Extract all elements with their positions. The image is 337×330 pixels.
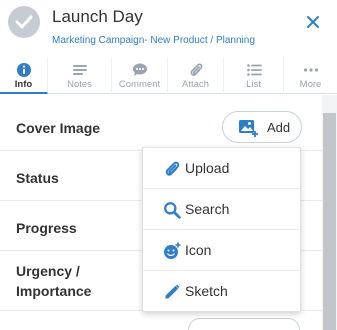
task-title[interactable]: Launch Day: [52, 7, 143, 27]
scrollbar[interactable]: [322, 95, 337, 330]
status-label: Status: [16, 170, 59, 186]
menu-item-label: Sketch: [185, 283, 228, 299]
importance-label: Importance: [16, 283, 92, 299]
tab-label: Notes: [67, 79, 92, 90]
progress-label: Progress: [16, 220, 77, 236]
close-icon[interactable]: [305, 14, 321, 30]
more-icon: [303, 62, 319, 78]
tab-attach[interactable]: Attach: [168, 58, 224, 94]
cover-image-menu: Upload Search Icon Sketch: [142, 147, 301, 312]
menu-item-label: Icon: [185, 242, 212, 258]
tab-label: Attach: [182, 79, 209, 90]
tab-info[interactable]: Info: [0, 58, 48, 94]
paperclip-icon: [188, 62, 204, 78]
complete-check-icon[interactable]: [8, 6, 40, 38]
pencil-icon: [163, 283, 181, 301]
notes-icon: [72, 62, 88, 78]
tab-label: More: [299, 79, 322, 90]
menu-item-label: Upload: [185, 160, 230, 176]
paperclip-icon: [163, 160, 181, 178]
comment-icon: [132, 62, 148, 78]
task-header: Launch Day Marketing Campaign- New Produ…: [0, 0, 337, 58]
tab-list[interactable]: List: [224, 58, 284, 94]
tab-notes[interactable]: Notes: [48, 58, 112, 94]
add-cover-image-button[interactable]: Add: [222, 111, 302, 143]
tab-label: Info: [14, 79, 33, 90]
tab-bar: Info Notes Comment Attach List More: [0, 58, 337, 94]
tab-label: List: [246, 79, 261, 90]
tab-comment[interactable]: Comment: [112, 58, 168, 94]
menu-item-label: Search: [185, 201, 230, 217]
partial-button[interactable]: [188, 318, 300, 330]
scrollbar-thumb[interactable]: [323, 113, 336, 330]
tab-more[interactable]: More: [284, 58, 337, 94]
menu-item-upload[interactable]: Upload: [143, 148, 300, 189]
search-icon: [163, 201, 181, 219]
image-add-icon: [238, 119, 258, 137]
add-button-label: Add: [267, 120, 291, 135]
menu-item-search[interactable]: Search: [143, 189, 300, 230]
menu-item-sketch[interactable]: Sketch: [143, 271, 300, 312]
emoji-add-icon: [163, 242, 181, 260]
list-icon: [246, 62, 262, 78]
tab-label: Comment: [118, 79, 161, 90]
info-icon: [16, 62, 32, 78]
menu-item-icon[interactable]: Icon: [143, 230, 300, 271]
cover-image-label: Cover Image: [16, 120, 101, 136]
breadcrumb[interactable]: Marketing Campaign- New Product / Planni…: [52, 35, 255, 46]
urgency-label: Urgency /: [16, 263, 80, 279]
